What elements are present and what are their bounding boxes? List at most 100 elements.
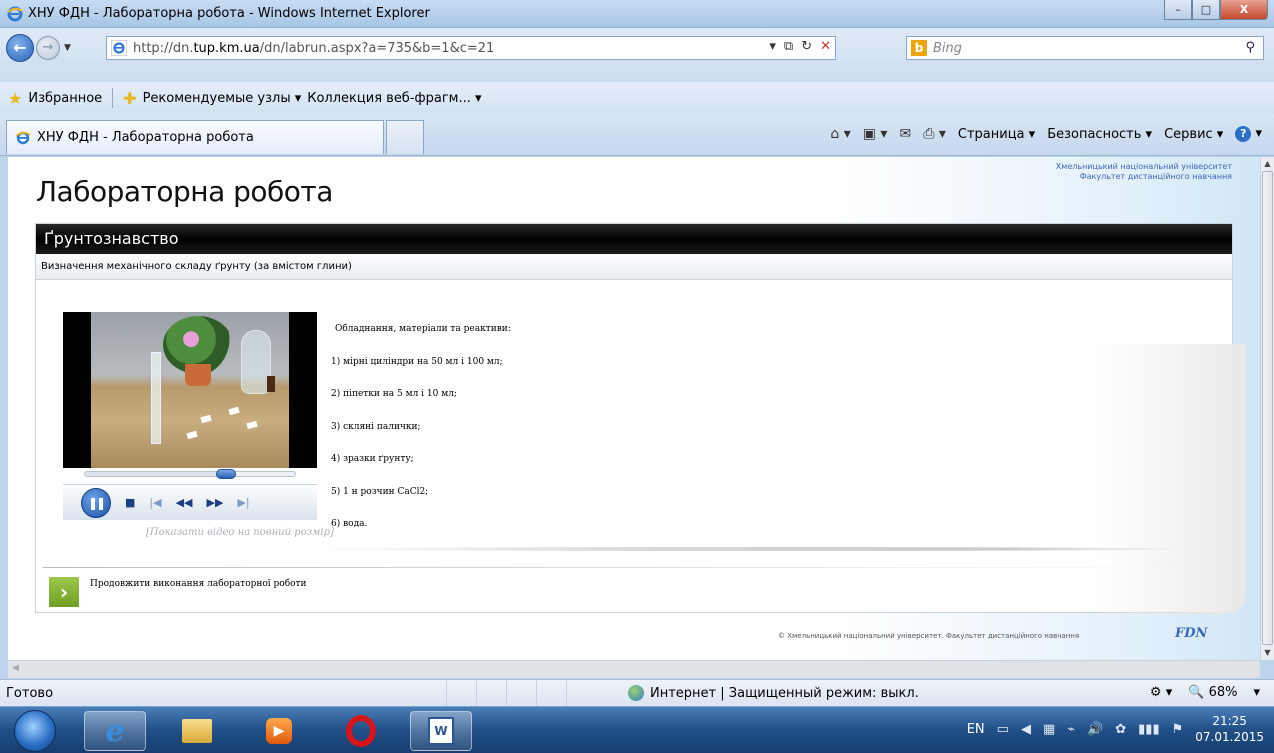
previous-button[interactable]: |◀ <box>149 496 161 509</box>
history-dropdown-icon[interactable]: ▼ <box>64 43 71 53</box>
bing-icon: b <box>911 40 927 56</box>
search-box[interactable]: b Bing ⚲ <box>906 36 1264 60</box>
action-center-flag-icon[interactable]: ⚑ <box>1172 722 1184 737</box>
search-icon[interactable]: ⚲ <box>1245 40 1255 55</box>
back-button[interactable]: ← <box>6 34 34 62</box>
feeds-icon[interactable]: ▣ ▾ <box>863 126 888 142</box>
materials-title: Обладнання, матеріали та реактиви: <box>335 324 511 334</box>
lab-topic: Визначення механічного складу ґрунту (за… <box>36 254 1232 280</box>
rewind-button[interactable]: ◀◀ <box>176 496 193 509</box>
folder-icon <box>182 719 212 743</box>
fast-forward-button[interactable]: ▶▶ <box>207 496 224 509</box>
fullsize-video-link[interactable]: [Показати відео на повний розмір] <box>146 527 334 538</box>
scroll-left-icon[interactable]: ◀ <box>12 663 19 673</box>
status-cell <box>506 680 536 707</box>
continue-lab-link[interactable]: Продовжити виконання лабораторної роботи <box>90 579 307 589</box>
sample-paper <box>200 414 212 424</box>
home-icon[interactable]: ⌂ ▾ <box>830 126 850 142</box>
clock[interactable]: 21:25 07.01.2015 <box>1195 713 1264 745</box>
power-icon[interactable]: ⌁ <box>1067 722 1075 737</box>
safety-menu[interactable]: Безопасность ▾ <box>1047 127 1152 142</box>
window-title-bar: ХНУ ФДН - Лабораторна робота - Windows I… <box>0 0 1274 28</box>
help-menu[interactable]: ? ▾ <box>1235 126 1262 142</box>
tray-arrow-icon[interactable]: ◀ <box>1021 722 1031 737</box>
status-cell <box>536 680 566 707</box>
list-item: 1) мірні циліндри на 50 мл і 100 мл; <box>331 356 503 367</box>
page-ie-icon <box>111 40 127 56</box>
zoom-level[interactable]: 🔍 68% <box>1188 685 1237 700</box>
video-player[interactable] <box>63 312 317 468</box>
status-cell <box>566 680 596 707</box>
status-text: Готово <box>6 686 54 701</box>
sample-paper <box>246 420 258 430</box>
scroll-thumb[interactable] <box>1262 171 1273 645</box>
list-item: 5) 1 н розчин CaCl2; <box>331 486 429 497</box>
address-dropdown-icon[interactable]: ▾ <box>769 39 776 54</box>
maximize-button[interactable]: □ <box>1192 0 1220 20</box>
zone-text: Интернет | Защищенный режим: выкл. <box>650 685 919 701</box>
tab-bar: ХНУ ФДН - Лабораторна робота ⌂ ▾ ▣ ▾ ✉ ⎙… <box>0 114 1274 156</box>
forward-button[interactable]: → <box>36 36 60 60</box>
continue-arrow-icon[interactable]: › <box>49 577 79 607</box>
scroll-down-icon[interactable]: ▼ <box>1261 646 1274 660</box>
address-bar[interactable]: http://dn.tup.km.ua/dn/labrun.aspx?a=735… <box>106 36 836 60</box>
scroll-up-icon[interactable]: ▲ <box>1261 157 1274 171</box>
network-icon[interactable]: ▦ <box>1043 722 1055 737</box>
tools-menu[interactable]: Сервис ▾ <box>1164 127 1223 142</box>
panel-shadow <box>1096 344 1246 614</box>
opera-icon <box>346 715 376 747</box>
taskbar-word[interactable]: W <box>410 711 472 751</box>
add-favorite-icon[interactable]: ✚ <box>123 89 136 108</box>
page-menu[interactable]: Страница ▾ <box>958 127 1035 142</box>
seek-handle[interactable] <box>215 469 236 479</box>
fdn-logo: FDN <box>1175 626 1208 641</box>
window-title: ХНУ ФДН - Лабораторна робота - Windows I… <box>28 6 430 21</box>
print-icon[interactable]: ⎙ ▾ <box>923 126 946 142</box>
zoom-dropdown-icon[interactable]: ▾ <box>1253 685 1260 700</box>
pause-button[interactable]: ❚❚ <box>81 487 111 518</box>
taskbar-media-player[interactable]: ▶ <box>248 711 310 751</box>
list-item: 4) зразки ґрунту; <box>331 454 414 464</box>
status-bar: Готово Интернет | Защищенный режим: выкл… <box>0 679 1274 707</box>
bottle-shape <box>267 376 275 392</box>
tab-title: ХНУ ФДН - Лабораторна робота <box>37 130 254 145</box>
stop-icon[interactable]: ✕ <box>820 39 831 54</box>
favorites-button[interactable]: Избранное <box>28 91 102 106</box>
stop-button[interactable]: ■ <box>125 496 135 509</box>
cylinder-shape <box>151 352 161 444</box>
lab-panel: Ґрунтознавство Визначення механічного ск… <box>35 223 1246 614</box>
volume-icon[interactable]: 🔊 <box>1087 722 1103 737</box>
forward-arrow-icon: → <box>42 40 54 55</box>
refresh-icon[interactable]: ↻ <box>801 39 812 54</box>
next-button[interactable]: ▶| <box>237 496 249 509</box>
course-title: Ґрунтознавство <box>36 224 1232 254</box>
start-button[interactable] <box>14 710 56 752</box>
clock-time: 21:25 <box>1212 714 1247 728</box>
tab-active[interactable]: ХНУ ФДН - Лабораторна робота <box>6 120 384 154</box>
app-tray-icon[interactable]: ✿ <box>1115 722 1126 737</box>
compatibility-view-icon[interactable]: ⧉ <box>784 39 793 54</box>
zone-settings-icon[interactable]: ⚙ ▾ <box>1150 685 1172 700</box>
taskbar-explorer[interactable] <box>166 711 228 751</box>
signal-icon[interactable]: ▮▮▮ <box>1138 722 1159 737</box>
divider <box>112 88 114 108</box>
taskbar-opera[interactable] <box>330 711 392 751</box>
materials-list: Обладнання, матеріали та реактиви: 1) мі… <box>331 324 511 552</box>
mail-icon[interactable]: ✉ <box>899 126 911 142</box>
video-seek-bar[interactable] <box>84 469 296 479</box>
vertical-scrollbar[interactable]: ▲ ▼ <box>1260 157 1274 660</box>
language-indicator[interactable]: EN <box>967 722 985 737</box>
internet-globe-icon <box>628 685 644 701</box>
favorites-item-web-slices[interactable]: Коллекция веб-фрагм... ▾ <box>307 91 481 106</box>
page-viewport: Хмельницький національний університет Фа… <box>8 157 1260 660</box>
close-button[interactable]: X <box>1220 0 1268 20</box>
security-zone[interactable]: Интернет | Защищенный режим: выкл. <box>628 685 919 701</box>
show-desktop-icon[interactable]: ▭ <box>997 722 1009 737</box>
horizontal-scrollbar[interactable]: ◀ <box>8 660 1260 678</box>
word-icon: W <box>428 717 454 745</box>
minimize-button[interactable]: – <box>1164 0 1192 20</box>
favorites-item-suggested-sites[interactable]: Рекомендуемые узлы ▾ <box>143 91 302 106</box>
taskbar-ie[interactable]: e <box>84 711 146 751</box>
taskbar: e ▶ W EN ▭ ◀ ▦ ⌁ 🔊 ✿ ▮▮▮ ⚑ 21:25 07.01.2… <box>0 706 1274 753</box>
new-tab-button[interactable] <box>386 120 424 154</box>
